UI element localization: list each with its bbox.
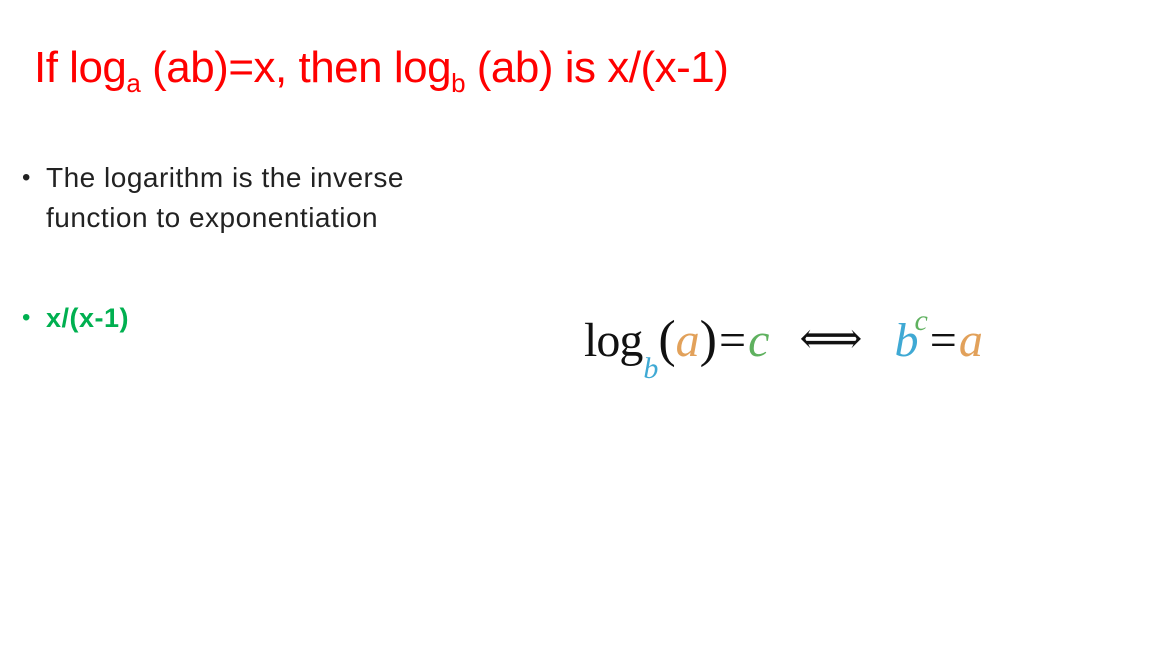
bullet-list: • The logarithm is the inverse function … bbox=[22, 158, 492, 338]
bullet-item-definition: • The logarithm is the inverse function … bbox=[22, 158, 492, 238]
bullet-item-answer: • x/(x-1) bbox=[22, 298, 492, 338]
bullet-dot-icon: • bbox=[22, 304, 31, 331]
formula-log-base: b bbox=[643, 352, 659, 385]
formula-iff-arrow-icon: ⟺ bbox=[799, 314, 863, 363]
formula-open-paren: ( bbox=[658, 311, 676, 368]
formula-log: log bbox=[584, 314, 643, 367]
formula-power-result: a bbox=[958, 314, 983, 367]
title-part-2: (ab)=x, then log bbox=[140, 43, 452, 92]
formula-equals-1: = bbox=[719, 314, 747, 367]
formula-power-exponent: c bbox=[914, 304, 928, 337]
title-subscript-b: b bbox=[451, 68, 466, 98]
slide: If loga (ab)=x, then logb (ab) is x/(x-1… bbox=[0, 0, 1163, 666]
formula-argument: a bbox=[675, 314, 700, 367]
title-part-3: (ab) is x/(x-1) bbox=[465, 43, 729, 92]
title-part-1: If log bbox=[34, 43, 127, 92]
logarithm-formula: logb(a)=c ⟺ bc=a bbox=[584, 304, 983, 400]
bullet-text-answer: x/(x-1) bbox=[46, 303, 130, 333]
title-subscript-a: a bbox=[126, 68, 141, 98]
formula-close-paren: ) bbox=[699, 311, 717, 368]
bullet-text-definition: The logarithm is the inverse function to… bbox=[46, 162, 404, 233]
slide-title: If loga (ab)=x, then logb (ab) is x/(x-1… bbox=[34, 38, 729, 98]
formula-equals-2: = bbox=[929, 314, 957, 367]
bullet-dot-icon: • bbox=[22, 164, 31, 191]
formula-result: c bbox=[748, 314, 770, 367]
